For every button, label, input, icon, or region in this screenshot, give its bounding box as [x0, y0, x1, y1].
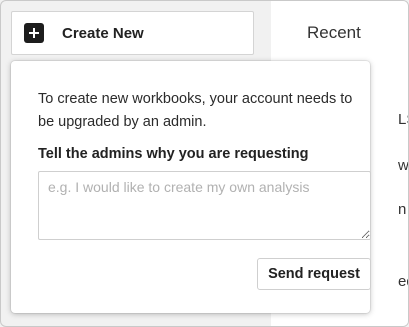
plus-square-icon [24, 23, 44, 43]
create-new-label: Create New [62, 24, 144, 42]
recent-item-fragment: w [398, 157, 409, 174]
recent-heading: Recent [307, 23, 361, 42]
upgrade-message: To create new workbooks, your account ne… [38, 91, 353, 130]
app-window: Recent LS w n ed Create New To create ne… [0, 0, 409, 327]
recent-item-fragment: ed [398, 273, 408, 290]
reason-textarea[interactable] [38, 171, 371, 240]
recent-item-fragment: n [398, 201, 407, 218]
reason-field-label: Tell the admins why you are requesting [38, 146, 309, 162]
recent-item-fragment: LS [398, 111, 408, 128]
send-request-button[interactable]: Send request [257, 258, 371, 290]
create-new-button[interactable]: Create New [11, 11, 254, 55]
upgrade-request-popover: To create new workbooks, your account ne… [11, 61, 371, 313]
